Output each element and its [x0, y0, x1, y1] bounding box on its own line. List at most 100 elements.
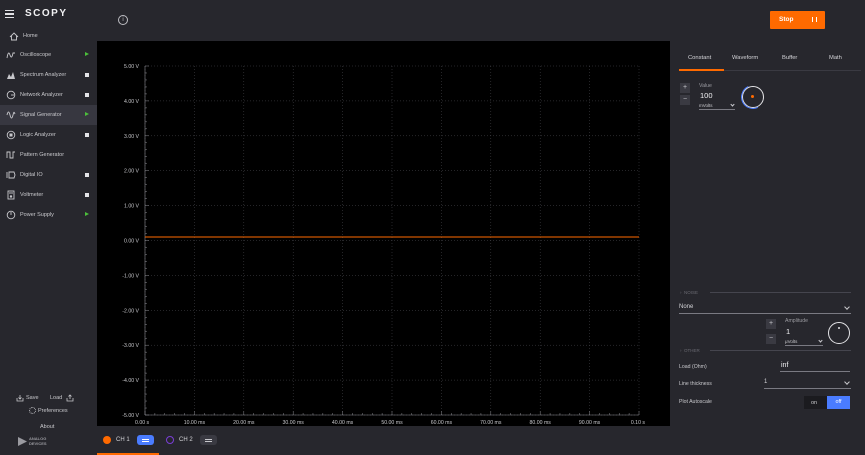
amplitude-unit-select[interactable]: μVolts: [785, 338, 823, 346]
sidebar-item-power-supply[interactable]: Power Supply: [0, 205, 97, 225]
save-button[interactable]: Save: [16, 394, 40, 403]
sidebar-item-spectrum-analyzer[interactable]: Spectrum Analyzer: [0, 65, 97, 85]
sidebar-item-voltmeter[interactable]: Voltmeter: [0, 185, 97, 205]
channel-1-menu-button[interactable]: [137, 435, 154, 445]
y-tick-label: -3.00 V: [122, 343, 139, 349]
sidebar-item-label: Voltmeter: [20, 192, 44, 198]
sidebar-item-oscilloscope[interactable]: Oscilloscope: [0, 45, 97, 65]
digital-io-icon: [6, 171, 16, 179]
sidebar-item-label: Power Supply: [20, 212, 54, 218]
y-tick-label: -5.00 V: [122, 413, 139, 419]
tab-buffer[interactable]: Buffer: [782, 55, 797, 61]
autoscale-on-option[interactable]: on: [811, 400, 817, 406]
other-header-text: OTHER: [684, 348, 700, 353]
value-increment-button[interactable]: +: [680, 83, 690, 93]
pattern-generator-icon: [6, 151, 15, 159]
value-knob[interactable]: [737, 81, 769, 113]
oscilloscope-icon: [6, 52, 15, 59]
load-label: Load: [50, 395, 63, 401]
noise-section-header[interactable]: › NOISE: [680, 290, 698, 295]
y-tick-label: 4.00 V: [124, 99, 140, 105]
plot-canvas: 5.00 V 4.00 V 3.00 V 2.00 V 1.00 V 0.00 V -1.0…: [122, 64, 645, 426]
app-logo: SCOPY: [25, 8, 68, 19]
load-value: inf: [781, 362, 789, 369]
stopped-status-icon[interactable]: [85, 73, 89, 77]
y-tick-label: 0.00 V: [124, 239, 140, 245]
sidebar-item-label: Spectrum Analyzer: [20, 72, 67, 78]
panel-tabs: Constant Waveform Buffer Math: [670, 41, 865, 71]
chevron-down-icon: [818, 338, 823, 343]
other-section-divider: [710, 350, 851, 351]
preferences-label: Preferences: [38, 408, 68, 414]
sidebar-item-home[interactable]: Home: [0, 30, 97, 43]
y-tick-label: 3.00 V: [124, 134, 140, 140]
running-status-icon[interactable]: [85, 212, 89, 216]
noise-type-value: None: [679, 304, 694, 310]
noise-section-divider: [710, 292, 851, 293]
stop-button-label: Stop: [779, 16, 794, 23]
line-thickness-select[interactable]: 1: [764, 377, 851, 389]
sidebar-item-pattern-generator[interactable]: Pattern Generator: [0, 145, 97, 165]
sidebar-tool-list: Oscilloscope Spectrum Analyzer Network Ana…: [0, 45, 97, 225]
gear-icon: [29, 407, 36, 414]
about-button[interactable]: About: [40, 424, 54, 430]
autoscale-off-option[interactable]: off: [827, 396, 850, 409]
stopped-status-icon[interactable]: [85, 173, 89, 177]
sidebar-item-digital-io[interactable]: Digital IO: [0, 165, 97, 185]
noise-header-text: NOISE: [684, 290, 699, 295]
channel-2-menu-button[interactable]: [200, 435, 217, 445]
save-label: Save: [26, 395, 39, 401]
sidebar-item-label: Pattern Generator: [20, 152, 65, 158]
save-icon: [16, 395, 24, 402]
sidebar-item-network-analyzer[interactable]: Network Analyzer: [0, 85, 97, 105]
hamburger-menu-icon[interactable]: [5, 10, 14, 18]
amplitude-label: Amplitude: [785, 318, 809, 324]
amplitude-decrement-button[interactable]: −: [766, 334, 776, 344]
tab-waveform[interactable]: Waveform: [732, 55, 758, 61]
running-status-icon[interactable]: [85, 112, 89, 116]
plot-autoscale-toggle[interactable]: on off: [804, 396, 850, 409]
channel-1-label: CH 1: [116, 437, 130, 443]
value-stepper: + −: [680, 83, 690, 105]
sidebar-item-label: Oscilloscope: [20, 52, 52, 58]
pause-icon: [812, 17, 817, 22]
channel-2-label: CH 2: [179, 437, 193, 443]
y-tick-label: -1.00 V: [122, 273, 139, 279]
value-decrement-button[interactable]: −: [680, 95, 690, 105]
sidebar: SCOPY Home Oscilloscope Spectrum Analyzer…: [0, 0, 97, 455]
preferences-button[interactable]: Preferences: [29, 407, 73, 416]
stopped-status-icon[interactable]: [85, 93, 89, 97]
noise-type-select[interactable]: None: [679, 302, 851, 314]
chevron-down-icon: [730, 102, 735, 107]
amplitude-knob-indicator: [838, 327, 840, 329]
top-toolbar: i Stop: [97, 0, 865, 41]
amplitude-knob[interactable]: [828, 322, 850, 344]
tab-constant[interactable]: Constant: [688, 55, 711, 61]
stop-button[interactable]: Stop: [770, 11, 825, 29]
sidebar-item-signal-generator[interactable]: Signal Generator: [0, 105, 97, 125]
y-tick-label: 5.00 V: [124, 64, 140, 70]
value-unit-select[interactable]: mVolts: [699, 102, 735, 110]
app-window: SCOPY Home Oscilloscope Spectrum Analyzer…: [0, 0, 865, 455]
load-button[interactable]: Load: [50, 394, 76, 403]
value-input[interactable]: 100: [700, 91, 713, 100]
info-icon[interactable]: i: [118, 15, 128, 25]
network-analyzer-icon: [6, 90, 16, 100]
sidebar-item-logic-analyzer[interactable]: Logic Analyzer: [0, 125, 97, 145]
y-tick-label: -4.00 V: [122, 378, 139, 384]
channel-2-indicator: [166, 436, 174, 444]
stopped-status-icon[interactable]: [85, 133, 89, 137]
load-input[interactable]: inf: [780, 360, 850, 372]
sidebar-item-label: Digital IO: [20, 172, 43, 178]
tab-math[interactable]: Math: [829, 55, 842, 61]
channel-1-indicator: [103, 436, 111, 444]
running-status-icon[interactable]: [85, 52, 89, 56]
stopped-status-icon[interactable]: [85, 193, 89, 197]
chevron-down-icon: [844, 304, 850, 310]
brand-bar: SCOPY: [0, 0, 97, 30]
amplitude-input[interactable]: 1: [786, 327, 790, 336]
other-section-header[interactable]: › OTHER: [680, 348, 700, 353]
channel-bar: CH 1 CH 2: [97, 426, 865, 455]
amplitude-increment-button[interactable]: +: [766, 319, 776, 329]
signal-plot[interactable]: 5.00 V 4.00 V 3.00 V 2.00 V 1.00 V 0.00 V -1.0…: [97, 41, 670, 426]
